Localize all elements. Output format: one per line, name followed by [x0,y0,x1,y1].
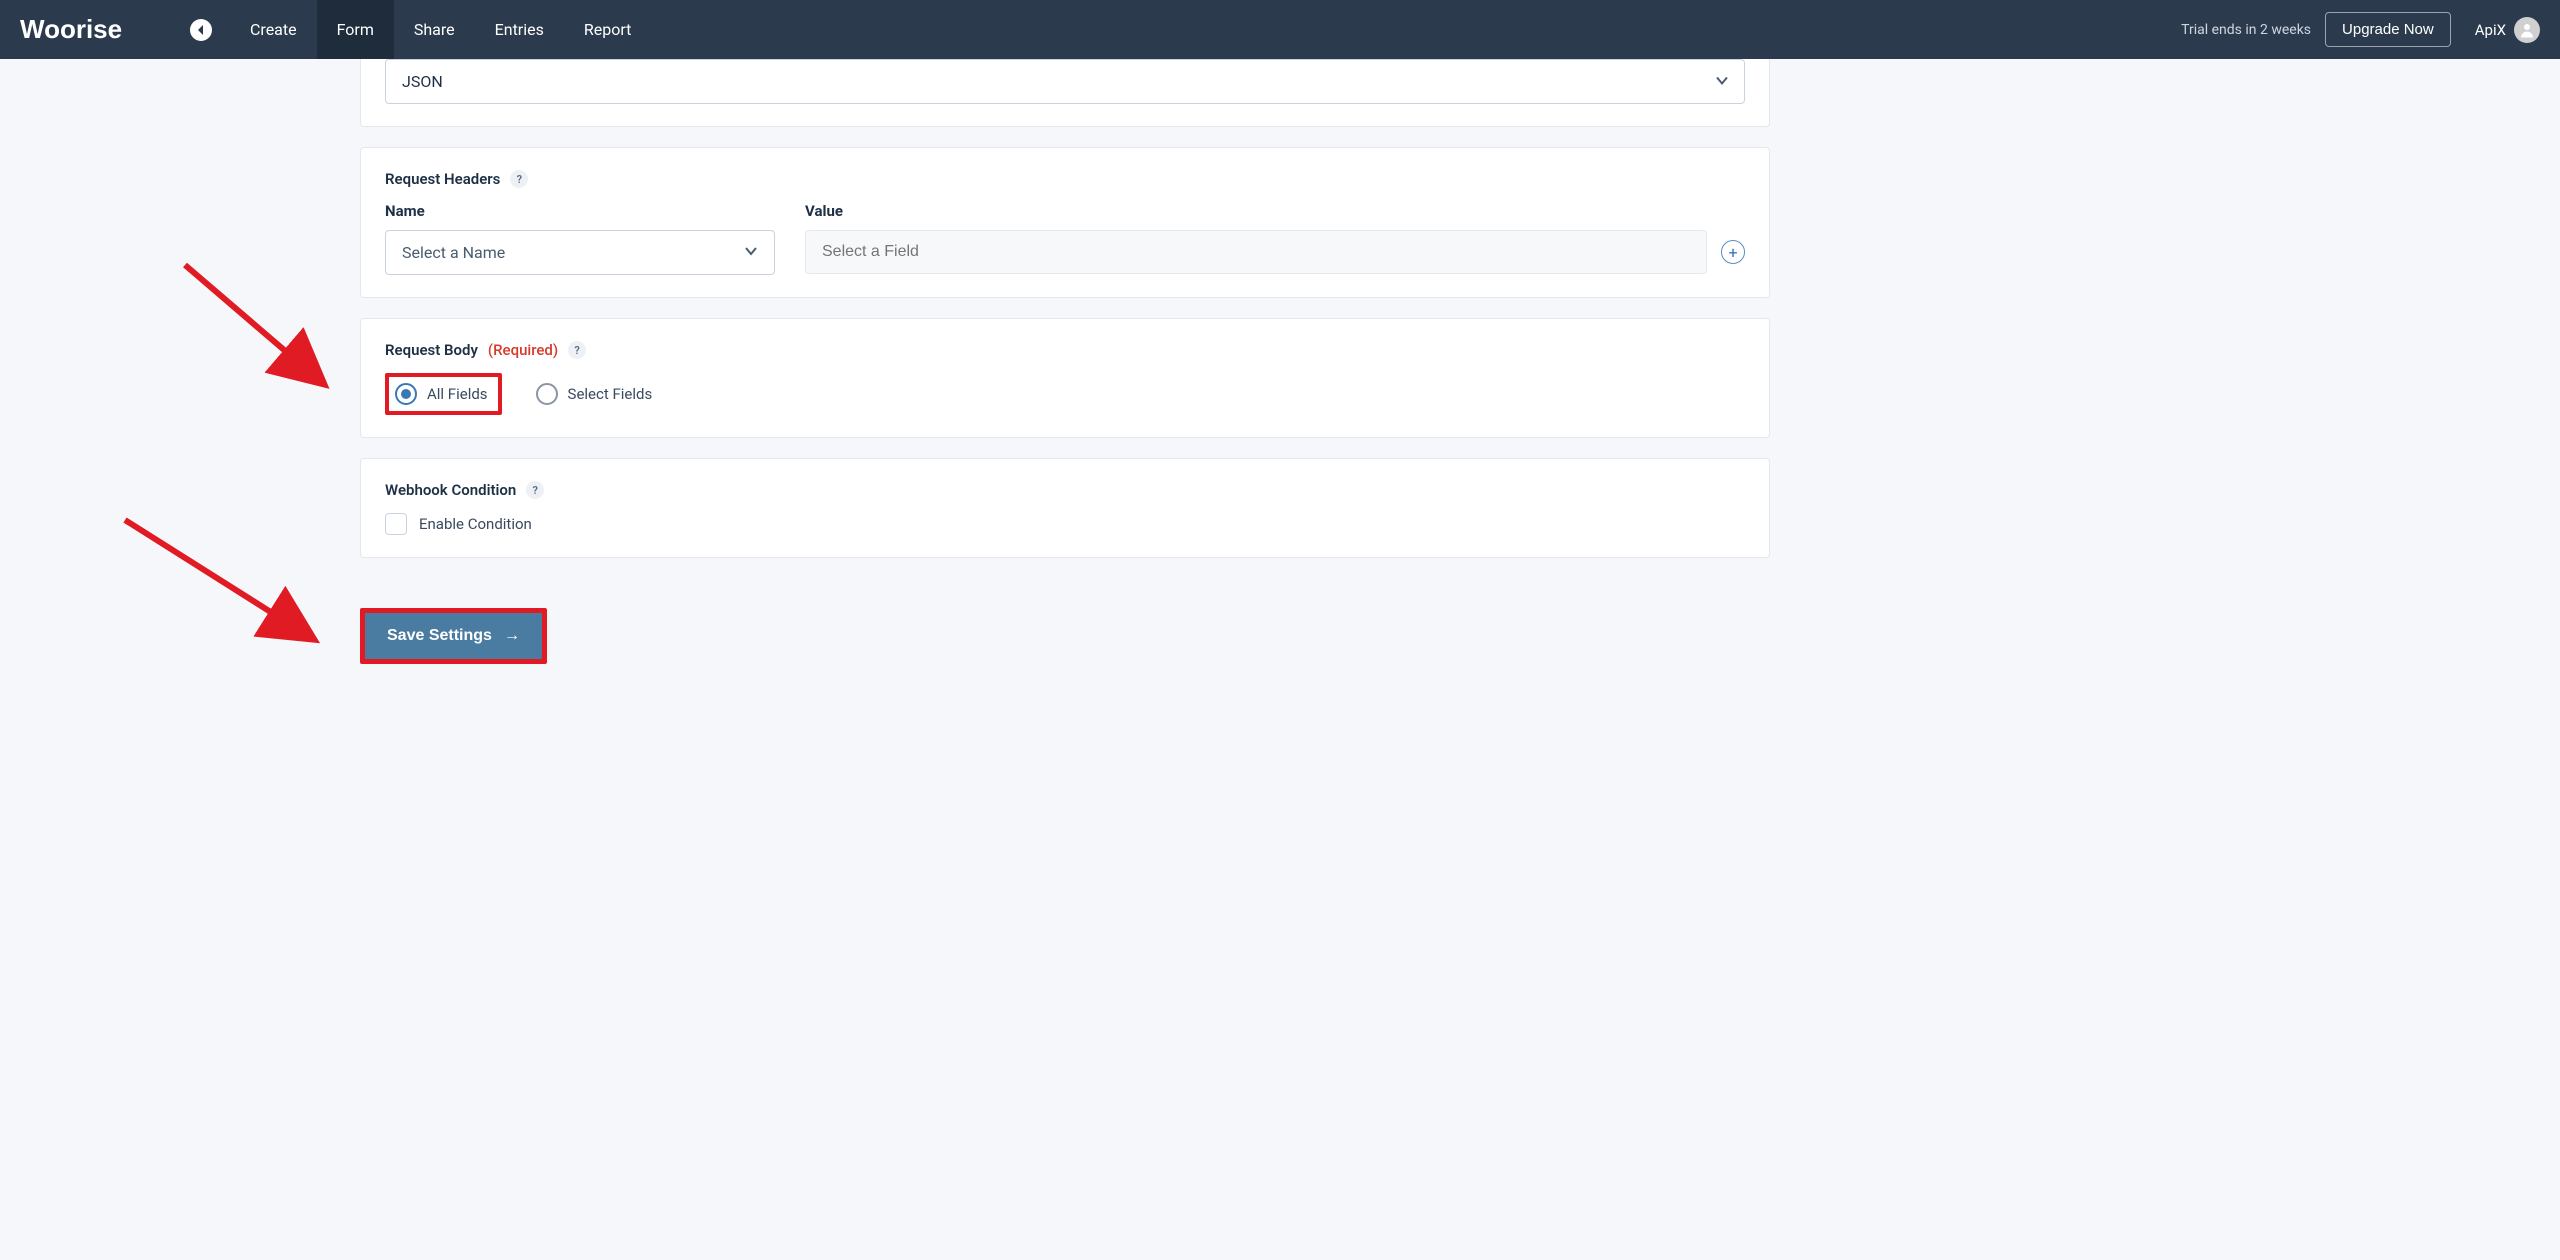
save-button-highlight: Save Settings → [360,608,547,664]
nav-entries[interactable]: Entries [475,0,564,59]
format-select-wrap: JSON [385,59,1745,104]
arrow-right-icon: → [504,627,520,645]
nav-tabs: Create Form Share Entries Report [230,0,651,59]
header-name-placeholder: Select a Name [402,243,505,262]
radio-all-fields-label: All Fields [427,385,488,403]
help-icon[interactable]: ? [526,481,544,499]
header-value-column-label: Value [805,202,1745,220]
back-button[interactable] [190,19,212,41]
enable-condition-label: Enable Condition [419,515,532,533]
top-navigation: Woorise Create Form Share Entries Report… [0,0,2560,59]
brand-logo: Woorise [20,16,160,44]
request-format-card: JSON [360,59,1770,127]
radio-select-fields[interactable]: Select Fields [530,377,663,411]
save-settings-label: Save Settings [387,627,492,645]
user-menu[interactable]: ApiX [2475,17,2540,43]
help-icon[interactable]: ? [568,341,586,359]
main-content: JSON Request Headers ? Name Select a Nam… [320,59,1810,704]
radio-all-fields[interactable]: All Fields [385,373,502,415]
radio-icon [536,383,558,405]
trial-status: Trial ends in 2 weeks [2181,22,2311,38]
request-headers-title-text: Request Headers [385,170,500,188]
help-icon[interactable]: ? [510,170,528,188]
request-body-radio-group: All Fields Select Fields [385,373,1745,415]
add-header-button[interactable]: + [1721,240,1745,264]
enable-condition-row: Enable Condition [385,513,1745,535]
annotation-arrow-2 [125,520,335,664]
header-value-input[interactable] [805,230,1707,274]
webhook-condition-card: Webhook Condition ? Enable Condition [360,458,1770,558]
nav-form[interactable]: Form [317,0,394,59]
webhook-condition-title-text: Webhook Condition [385,481,516,499]
request-body-title: Request Body (Required) ? [385,341,1745,359]
request-headers-title: Request Headers ? [385,170,1745,188]
woorise-logo-icon: Woorise [20,16,160,44]
nav-share[interactable]: Share [394,0,475,59]
chevron-down-icon [744,243,758,262]
request-body-title-text: Request Body [385,341,478,359]
avatar-icon [2514,17,2540,43]
required-label: (Required) [488,341,558,359]
nav-report[interactable]: Report [564,0,652,59]
radio-select-fields-label: Select Fields [568,385,653,403]
enable-condition-checkbox[interactable] [385,513,407,535]
nav-create[interactable]: Create [230,0,317,59]
header-name-select[interactable]: Select a Name [385,230,775,275]
radio-icon [395,383,417,405]
username-label: ApiX [2475,21,2506,39]
request-body-card: Request Body (Required) ? All Fields Sel… [360,318,1770,438]
format-select[interactable]: JSON [385,59,1745,104]
upgrade-button[interactable]: Upgrade Now [2325,12,2451,47]
save-settings-button[interactable]: Save Settings → [365,613,542,659]
svg-text:Woorise: Woorise [20,16,122,44]
header-name-column-label: Name [385,202,775,220]
request-headers-card: Request Headers ? Name Select a Name Val… [360,147,1770,298]
webhook-condition-title: Webhook Condition ? [385,481,1745,499]
